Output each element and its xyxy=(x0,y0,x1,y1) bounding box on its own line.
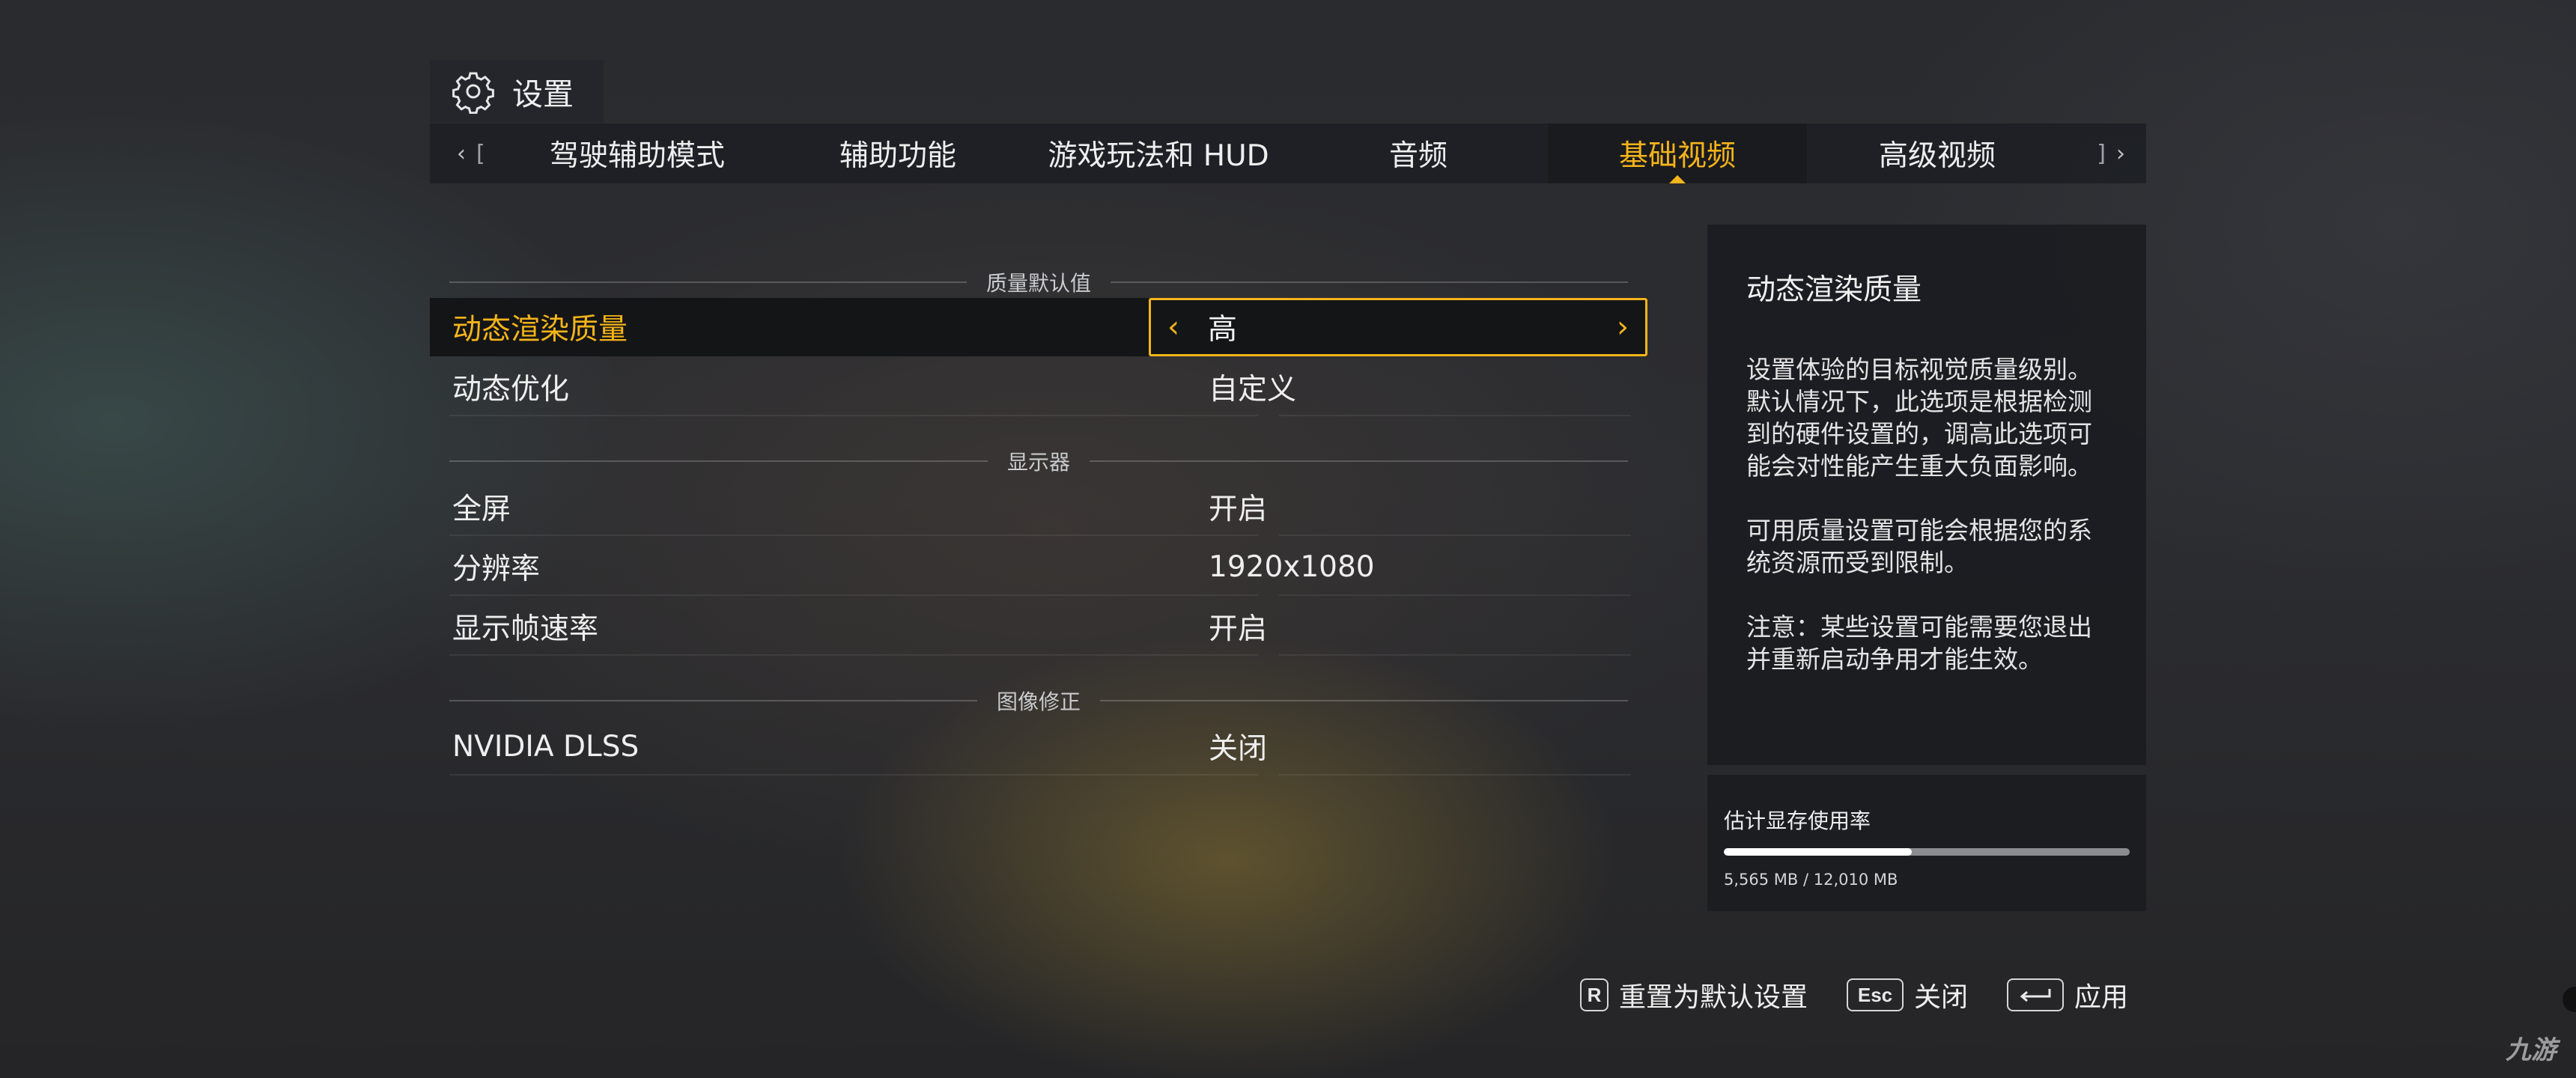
tab-bar: ‹ [ 驾驶辅助模式 辅助功能 游戏玩法和 HUD 音频 基础视频 高级视频 ]… xyxy=(430,124,2146,183)
reset-label: 重置为默认设置 xyxy=(1619,982,1808,1013)
reset-defaults-button[interactable]: R 重置为默认设置 xyxy=(1580,975,1808,1015)
setting-value: 自定义 xyxy=(1209,373,1297,406)
section-title: 质量默认值 xyxy=(986,271,1092,296)
gear-icon xyxy=(452,72,494,114)
info-title: 动态渲染质量 xyxy=(1746,273,1922,307)
section-header-display: 显示器 xyxy=(449,446,1629,476)
setting-row-fullscreen[interactable]: 全屏 开启 xyxy=(430,478,1647,536)
vram-readout: 5,565 MB / 12,010 MB xyxy=(1724,871,1898,889)
divider xyxy=(1279,535,1631,536)
tab-accessibility[interactable]: 辅助功能 xyxy=(768,124,1027,183)
setting-row-resolution[interactable]: 分辨率 1920x1080 xyxy=(430,538,1647,596)
divider xyxy=(449,460,988,462)
setting-value: 关闭 xyxy=(1209,732,1268,766)
tab-driving-assist[interactable]: 驾驶辅助模式 xyxy=(508,124,767,183)
setting-label: 动态渲染质量 xyxy=(452,313,628,347)
enter-arrow-icon xyxy=(2020,989,2051,1002)
info-paragraph: 注意：某些设置可能需要您退出并重新启动争用才能生效。 xyxy=(1746,612,2092,674)
setting-label: NVIDIA DLSS xyxy=(452,729,640,764)
vram-progress-fill xyxy=(1724,848,1913,856)
setting-label: 全屏 xyxy=(452,493,511,526)
tab-next-button[interactable]: ] › xyxy=(2086,124,2125,183)
close-button[interactable]: Esc 关闭 xyxy=(1847,975,1968,1015)
setting-row-dynamic-render-quality[interactable]: 动态渲染质量 ‹ 高 › xyxy=(430,298,1647,356)
info-paragraph: 可用质量设置可能会根据您的系统资源而受到限制。 xyxy=(1746,516,2092,577)
tab-advanced-video[interactable]: 高级视频 xyxy=(1808,124,2067,183)
page-title: 设置 xyxy=(512,76,574,112)
setting-row-nvidia-dlss[interactable]: NVIDIA DLSS 关闭 xyxy=(430,717,1647,776)
watermark-text: 九游 xyxy=(2506,1035,2557,1065)
section-header-image-correction: 图像修正 xyxy=(449,686,1629,716)
setting-label: 分辨率 xyxy=(452,552,541,586)
prev-bracket: [ xyxy=(476,140,485,167)
apply-button[interactable]: 应用 xyxy=(2007,975,2128,1015)
setting-row-dynamic-optimization[interactable]: 动态优化 自定义 xyxy=(430,358,1647,416)
info-panel: 动态渲染质量 设置体验的目标视觉质量级别。默认情况下，此选项是根据检测到的硬件设… xyxy=(1707,225,2146,765)
divider xyxy=(1279,594,1631,596)
chevron-right-icon[interactable]: › xyxy=(1600,310,1645,344)
edge-handle xyxy=(2563,987,2576,1012)
watermark-logo: 九游 xyxy=(2506,1029,2557,1066)
r-key-icon: R xyxy=(1580,978,1609,1011)
setting-row-show-framerate[interactable]: 显示帧速率 开启 xyxy=(430,597,1647,656)
setting-value: 开启 xyxy=(1209,612,1268,646)
section-title: 图像修正 xyxy=(997,689,1081,714)
close-label: 关闭 xyxy=(1914,982,1969,1013)
tab-prev-button[interactable]: ‹ [ xyxy=(457,124,496,183)
chevron-left-icon[interactable]: ‹ xyxy=(1151,310,1196,344)
setting-value: 开启 xyxy=(1209,493,1268,526)
divider xyxy=(449,774,1258,776)
setting-label: 显示帧速率 xyxy=(452,612,599,646)
divider xyxy=(449,700,977,701)
divider xyxy=(1279,774,1631,776)
selector-value: 高 xyxy=(1208,313,1238,347)
chevron-right-icon: › xyxy=(2116,140,2125,167)
settings-header: 设置 xyxy=(430,60,604,123)
vram-progress-bar xyxy=(1724,848,2130,856)
vram-usage-panel: 估计显存使用率 5,565 MB / 12,010 MB xyxy=(1707,775,2146,911)
next-bracket: ] xyxy=(2097,140,2106,167)
quality-selector[interactable]: ‹ 高 › xyxy=(1149,298,1647,356)
section-header-quality: 质量默认值 xyxy=(449,267,1629,297)
section-title: 显示器 xyxy=(1007,450,1071,475)
divider xyxy=(1100,700,1629,701)
info-paragraph: 设置体验的目标视觉质量级别。默认情况下，此选项是根据检测到的硬件设置的，调高此选… xyxy=(1746,355,2092,481)
tab-audio[interactable]: 音频 xyxy=(1289,124,1548,183)
divider xyxy=(1111,281,1629,283)
apply-label: 应用 xyxy=(2074,982,2129,1013)
divider xyxy=(449,281,967,283)
tab-gameplay-hud[interactable]: 游戏玩法和 HUD xyxy=(1029,124,1288,183)
esc-key-icon: Esc xyxy=(1847,978,1904,1011)
divider xyxy=(1090,460,1629,462)
chevron-left-icon: ‹ xyxy=(457,140,466,167)
setting-label: 动态优化 xyxy=(452,373,570,406)
divider xyxy=(1279,415,1631,416)
divider xyxy=(449,415,1258,416)
vram-label: 估计显存使用率 xyxy=(1724,808,1871,833)
divider xyxy=(449,594,1258,596)
setting-value: 1920x1080 xyxy=(1209,549,1375,584)
tab-basic-video[interactable]: 基础视频 xyxy=(1548,124,1807,183)
divider xyxy=(449,535,1258,536)
divider xyxy=(1279,654,1631,656)
divider xyxy=(449,654,1258,656)
enter-key-icon xyxy=(2007,978,2064,1011)
